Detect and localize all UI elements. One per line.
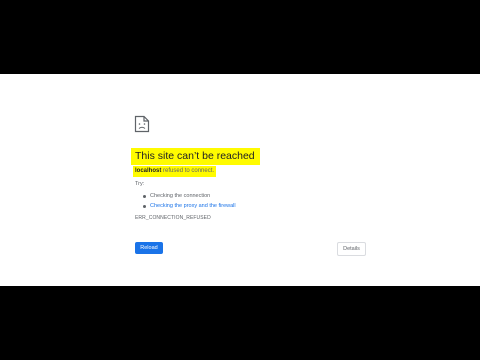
sad-page-icon <box>134 115 150 133</box>
error-message: localhost refused to connect. <box>133 166 217 177</box>
reload-button[interactable]: Reload <box>135 242 163 254</box>
error-host: localhost <box>135 168 162 174</box>
try-label: Try: <box>135 181 145 187</box>
suggestion-list: Checking the connection Checking the pro… <box>143 191 236 211</box>
details-button[interactable]: Details <box>337 242 366 256</box>
error-message-text: refused to connect. <box>163 168 215 174</box>
error-code: ERR_CONNECTION_REFUSED <box>135 215 211 221</box>
error-title: This site can’t be reached <box>131 148 260 165</box>
suggestion-check-connection: Checking the connection <box>143 191 236 201</box>
suggestion-check-proxy-link[interactable]: Checking the proxy and the firewall <box>143 201 236 211</box>
error-page: This site can’t be reached localhost ref… <box>0 74 480 286</box>
